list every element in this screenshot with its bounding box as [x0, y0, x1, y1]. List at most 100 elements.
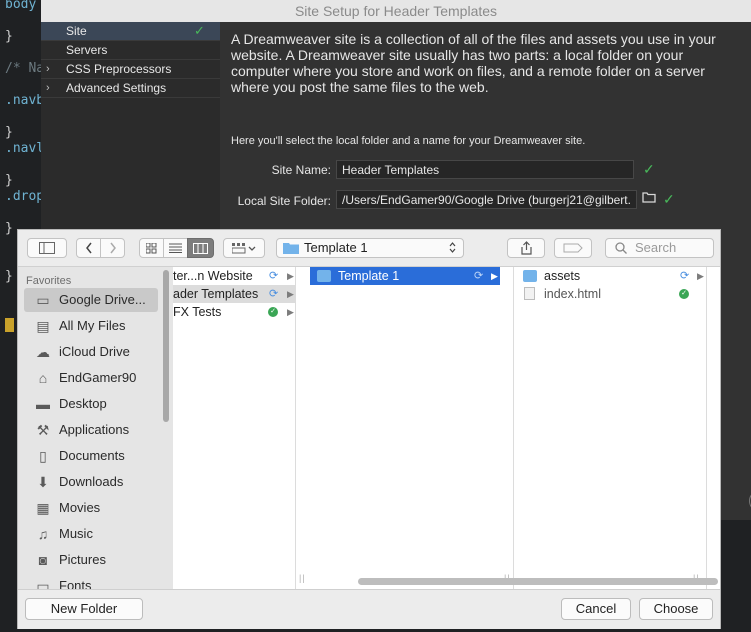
search-input[interactable]: Search: [605, 238, 714, 258]
item-label: ter...n Website: [173, 269, 253, 283]
sidebar-item-label: Movies: [59, 500, 101, 515]
icon-view-button[interactable]: [139, 238, 164, 258]
list-item[interactable]: Template 1 ⟳ ▶: [310, 267, 500, 285]
sidebar-item-movies[interactable]: ▦ Movies: [18, 496, 158, 520]
sidebar-item-label: CSS Preprocessors: [66, 62, 172, 76]
check-icon: ✓: [663, 191, 675, 207]
list-icon: [169, 243, 182, 253]
tag-button[interactable]: [554, 238, 592, 258]
new-folder-button[interactable]: New Folder: [25, 598, 143, 620]
sidebar-item-label: Google Drive...: [59, 292, 146, 307]
arrange-button[interactable]: [223, 238, 265, 258]
sidebar-item-css-preprocessors[interactable]: › CSS Preprocessors: [41, 60, 220, 78]
sidebar-item-label: iCloud Drive: [59, 344, 130, 359]
list-item[interactable]: assets ⟳ ▶: [520, 267, 710, 285]
item-label: Template 1: [338, 269, 400, 283]
sidebar-item-servers[interactable]: Servers: [41, 41, 220, 59]
tag-icon: [563, 243, 583, 253]
forward-button[interactable]: [100, 238, 125, 258]
sidebar-item-music[interactable]: ♫ Music: [18, 522, 158, 546]
sidebar-item-documents[interactable]: ▯ Documents: [18, 444, 158, 468]
item-label: index.html: [544, 287, 601, 301]
column-divider[interactable]: [513, 267, 514, 589]
check-icon: ✓: [643, 161, 655, 177]
folder-icon: [283, 243, 299, 254]
code-line: .navb: [5, 93, 45, 108]
sidebar-item-folder[interactable]: ▭ Google Drive...: [24, 288, 158, 312]
documents-icon: ▯: [39, 448, 47, 464]
sidebar-item-label: Desktop: [59, 396, 107, 411]
column-resize-grip[interactable]: ||: [299, 573, 306, 583]
list-item[interactable]: ter...n Website ⟳ ▶: [173, 267, 295, 285]
sidebar-item-advanced-settings[interactable]: › Advanced Settings: [41, 79, 220, 97]
site-name-label: Site Name:: [271, 163, 331, 177]
sidebar-item-label: Servers: [66, 43, 108, 57]
chooser-footer: New Folder Cancel Choose: [18, 589, 720, 629]
sidebar-item-desktop[interactable]: ▬ Desktop: [18, 392, 158, 416]
html-file-icon: [524, 287, 535, 300]
path-popup[interactable]: Template 1: [276, 238, 464, 258]
search-icon: [615, 242, 627, 254]
sidebar-item-pictures[interactable]: ◙ Pictures: [18, 548, 158, 572]
share-button[interactable]: [507, 238, 545, 258]
synced-check-icon: ✓: [679, 289, 689, 299]
favorites-header: Favorites: [26, 275, 72, 287]
favorites-sidebar: Favorites ▭ Google Drive... ▤ All My Files ☁…: [18, 267, 173, 589]
sidebar-toggle-button[interactable]: [27, 238, 67, 258]
path-popup-label: Template 1: [304, 240, 368, 255]
sidebar-item-label: Documents: [59, 448, 125, 463]
chevron-right-icon[interactable]: ›: [46, 60, 50, 78]
sidebar-item-applications[interactable]: ⚒ Applications: [18, 418, 158, 442]
list-item[interactable]: ader Templates ⟳ ▶: [173, 285, 295, 303]
fonts-icon: ▭: [36, 578, 50, 589]
code-line: }: [5, 29, 13, 44]
sidebar-item-site[interactable]: Site ✓: [41, 22, 220, 40]
local-folder-field[interactable]: /Users/EndGamer90/Google Drive (burgerj2…: [336, 190, 637, 209]
syncing-icon: ⟳: [269, 270, 279, 282]
sidebar-icon: [39, 242, 55, 254]
folder-icon: [317, 270, 331, 282]
sidebar-item-label: Fonts: [59, 578, 92, 589]
music-icon: ♫: [37, 526, 49, 542]
list-item[interactable]: FX Tests ✓ ▶: [173, 303, 295, 321]
sidebar-item-home[interactable]: ⌂ EndGamer90: [18, 366, 158, 390]
chevron-right-icon[interactable]: ›: [46, 79, 50, 97]
sidebar-item-label: EndGamer90: [59, 370, 137, 385]
code-line: }: [5, 173, 13, 188]
choose-button[interactable]: Choose: [639, 598, 713, 620]
local-folder-label: Local Site Folder:: [237, 194, 331, 208]
syncing-icon: ⟳: [680, 270, 690, 282]
list-item[interactable]: index.html ✓: [520, 285, 710, 303]
divider: [41, 97, 220, 98]
site-name-field[interactable]: Header Templates: [336, 160, 634, 179]
horizontal-scrollbar[interactable]: [358, 578, 718, 585]
cloud-icon: ☁: [36, 344, 50, 360]
folder-icon: ▭: [36, 292, 50, 308]
home-icon: ⌂: [38, 370, 48, 386]
code-line: }: [5, 221, 13, 236]
folder-icon[interactable]: [642, 191, 656, 206]
cancel-button[interactable]: Cancel: [561, 598, 631, 620]
file-chooser-dialog: Template 1 Search Favorites ▭ Google Driv…: [17, 229, 721, 629]
check-icon: ✓: [194, 23, 205, 38]
sidebar-item-downloads[interactable]: ⬇ Downloads: [18, 470, 158, 494]
folder-icon: [523, 270, 537, 282]
column-browser: ter...n Website ⟳ ▶ ader Templates ⟳ ▶ F…: [173, 267, 720, 589]
column-divider[interactable]: [706, 267, 707, 589]
list-view-button[interactable]: [163, 238, 188, 258]
item-label: ader Templates: [173, 287, 259, 301]
sidebar-item-fonts[interactable]: ▭ Fonts: [18, 574, 158, 589]
grid-icon: [145, 242, 157, 254]
sidebar-item-cloud[interactable]: ☁ iCloud Drive: [18, 340, 158, 364]
synced-check-icon: ✓: [268, 307, 278, 317]
sidebar-item-all-files[interactable]: ▤ All My Files: [18, 314, 158, 338]
column-view-button[interactable]: [187, 238, 214, 258]
scrollbar[interactable]: [163, 270, 169, 422]
disclosure-arrow-icon: ▶: [697, 271, 704, 281]
chevron-left-icon: [85, 242, 92, 254]
applications-icon: ⚒: [36, 422, 50, 438]
sidebar-item-label: Advanced Settings: [66, 81, 167, 95]
code-line: /* Na: [5, 61, 45, 76]
back-button[interactable]: [76, 238, 101, 258]
column-divider[interactable]: [295, 267, 296, 589]
